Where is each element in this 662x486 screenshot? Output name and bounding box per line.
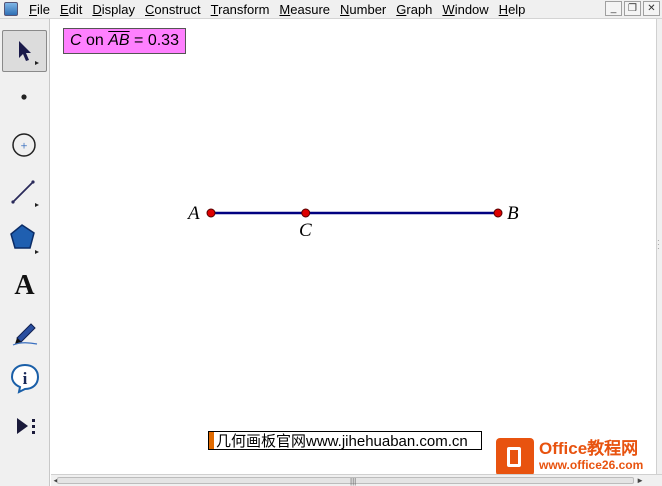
info-glyph: i <box>22 369 27 388</box>
sketch-canvas[interactable]: C on AB = 0.33 A C B 几何画板官网www.jihehuaba… <box>51 19 656 476</box>
compass-icon: + <box>11 133 36 157</box>
information-tool[interactable]: i <box>2 357 47 399</box>
text-tool[interactable]: A <box>2 265 47 307</box>
point-a[interactable] <box>206 208 216 218</box>
point-tool[interactable] <box>2 76 47 118</box>
vertical-scrollbar[interactable]: · · · <box>656 19 662 474</box>
window-controls: _ ❐ ✕ <box>605 1 660 16</box>
text-tool-icon: A <box>14 270 35 301</box>
info-icon: i <box>10 363 39 394</box>
scroll-right-arrow[interactable]: ► <box>636 475 644 486</box>
menu-graph[interactable]: Graph <box>391 2 437 17</box>
horizontal-scroll-thumb[interactable]: ||| <box>57 477 634 486</box>
svg-text:+: + <box>20 142 28 152</box>
menu-construct[interactable]: Construct <box>140 2 206 17</box>
menu-window[interactable]: Window <box>437 2 493 17</box>
menu-bar: File Edit Display Construct Transform Me… <box>0 0 662 19</box>
marker-icon <box>12 323 37 346</box>
arrow-select-tool[interactable] <box>2 30 47 72</box>
polygon-tool[interactable] <box>2 217 47 259</box>
watermark-title: Office教程网 <box>539 439 639 458</box>
marker-tool[interactable] <box>2 311 47 353</box>
label-a[interactable]: A <box>188 203 200 225</box>
website-caption[interactable]: 几何画板官网www.jihehuaban.com.cn <box>208 431 482 450</box>
menu-help[interactable]: Help <box>494 2 531 17</box>
menu-file[interactable]: File <box>24 2 55 17</box>
scroll-grip-icon: · · · <box>657 236 660 253</box>
caption-marker <box>209 432 214 449</box>
minimize-button[interactable]: _ <box>605 1 622 16</box>
menu-display[interactable]: Display <box>87 2 140 17</box>
point-b[interactable] <box>493 208 503 218</box>
segment-drawing <box>206 208 503 218</box>
arrow-icon <box>18 41 39 65</box>
point-c[interactable] <box>301 208 311 218</box>
toolbox: + A i <box>0 19 50 486</box>
menu-number[interactable]: Number <box>335 2 391 17</box>
point-icon <box>20 94 27 100</box>
custom-tool[interactable] <box>2 405 47 447</box>
app-icon[interactable] <box>4 2 18 16</box>
menu-transform[interactable]: Transform <box>206 2 275 17</box>
office-watermark: Office教程网 www.office26.com <box>496 438 643 476</box>
label-c[interactable]: C <box>299 220 312 242</box>
thumb-grip-icon: ||| <box>350 477 357 486</box>
straightedge-icon <box>10 180 39 207</box>
polygon-icon <box>9 224 39 254</box>
caption-text: 几何画板官网www.jihehuaban.com.cn <box>216 433 468 450</box>
office-logo-icon <box>496 438 534 476</box>
horizontal-scrollbar[interactable]: ◄ ||| ► <box>51 474 662 486</box>
watermark-url: www.office26.com <box>539 458 644 472</box>
straightedge-tool[interactable] <box>2 170 47 212</box>
menu-edit[interactable]: Edit <box>55 2 87 17</box>
compass-tool[interactable]: + <box>2 123 47 165</box>
custom-tool-icon <box>16 418 35 434</box>
restore-button[interactable]: ❐ <box>624 1 641 16</box>
close-button[interactable]: ✕ <box>643 1 660 16</box>
menu-measure[interactable]: Measure <box>274 2 335 17</box>
label-b[interactable]: B <box>507 203 519 225</box>
